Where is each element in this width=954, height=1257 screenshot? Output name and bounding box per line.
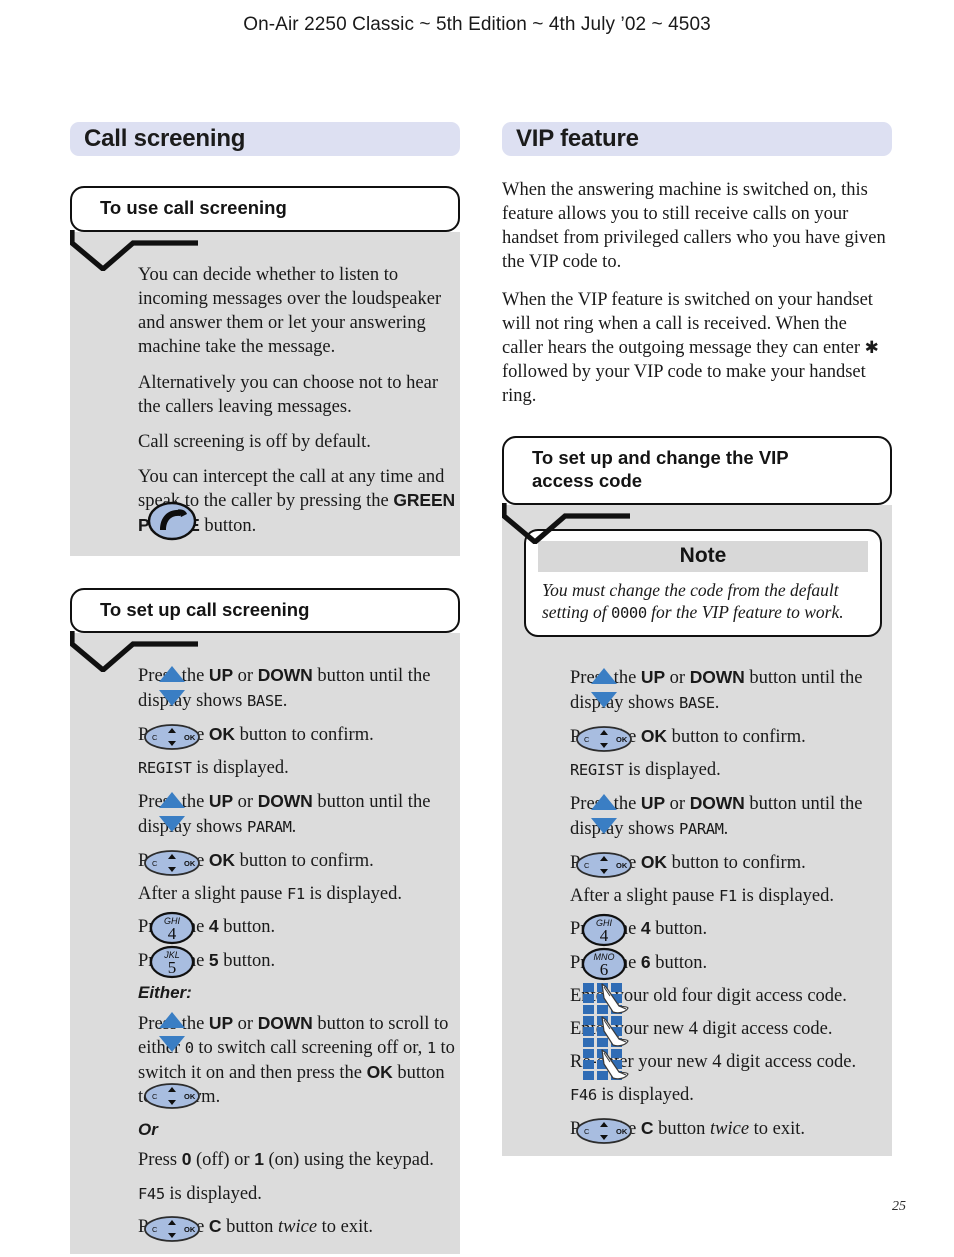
callout-block-to-set-up-call-screening: To set up call screening — [70, 587, 460, 673]
step-row: After a slight pause F1 is displayed. — [570, 880, 892, 913]
step-text: Alternatively you can choose not to hear… — [138, 372, 439, 417]
note-body: You must change the code from the defaul… — [542, 579, 844, 622]
step-row: Enter your new 4 digit access code. — [570, 1013, 892, 1048]
step-text: Press the 4 button. — [570, 918, 708, 940]
callout-title: To use call screening — [70, 186, 460, 232]
step-row: C OK Press the C button twice to exit. — [138, 1211, 460, 1244]
step-row: GHI 4 Press the 4 button. — [570, 913, 892, 947]
step-row: MNO 6 Press the 6 button. — [570, 947, 892, 980]
intro-paragraph: When the VIP feature is switched on your… — [502, 290, 879, 407]
step-row-either-label: Either: — [138, 978, 460, 1007]
step-text: Either: — [138, 982, 192, 1002]
step-row: C OK Press the C button twice to exit. — [570, 1113, 892, 1146]
step-text: F46 is displayed. — [570, 1085, 694, 1106]
instruction-rail-2: Press the UP or DOWN button until the di… — [70, 633, 460, 1254]
instruction-rail-1: You can decide whether to listen to inco… — [70, 231, 460, 556]
step-text: After a slight pause F1 is displayed. — [138, 884, 402, 905]
step-row: Press 0 (off) or 1 (on) using the keypad… — [138, 1144, 460, 1177]
step-text: Press the UP or DOWN button until the di… — [570, 667, 863, 713]
step-text: Press the OK button to confirm. — [138, 849, 374, 871]
step-text: REGIST is displayed. — [570, 760, 721, 781]
step-text: Press 0 (off) or 1 (on) using the keypad… — [138, 1149, 434, 1171]
section-heading-vip-feature: VIP feature — [502, 122, 892, 156]
step-text: You can intercept the call at any time a… — [138, 467, 456, 536]
step-text: Press the 4 button. — [138, 916, 276, 938]
instruction-rail-4: Press the UP or DOWN button until the di… — [502, 645, 892, 1156]
step-text: Press the 5 button. — [138, 949, 276, 971]
instruction-rail-3: Note You must change the code from the d… — [502, 504, 892, 646]
step-text: Press the C button twice to exit. — [138, 1215, 374, 1237]
step-row: Press the UP or DOWN button until the di… — [570, 661, 892, 720]
step-row: Call screening is off by default. — [138, 425, 460, 460]
step-text: Call screening is off by default. — [138, 431, 371, 452]
step-text: Press the OK button to confirm. — [570, 725, 806, 747]
step-row: GHI 4 Press the 4 button. — [138, 911, 460, 945]
step-text: Press the UP or DOWN button to scroll to… — [138, 1013, 455, 1107]
right-column: VIP feature When the answering machine i… — [502, 122, 892, 1156]
step-row: REGIST is displayed. — [138, 752, 460, 785]
page-number: 25 — [892, 1199, 906, 1214]
note-box: Note You must change the code from the d… — [524, 528, 882, 638]
callout-block-vip-access-code: To set up and change the VIP access code — [502, 436, 892, 544]
step-text: You can decide whether to listen to inco… — [138, 264, 442, 358]
step-row: Enter your old four digit access code. — [570, 980, 892, 1014]
intro-paragraph: When the answering machine is switched o… — [502, 180, 886, 273]
step-row: REGIST is displayed. — [570, 754, 892, 787]
step-row: Re-enter your new 4 digit access code. — [570, 1046, 892, 1081]
left-column: Call screening To use call screening You… — [70, 122, 460, 1254]
step-text: Press the C button twice to exit. — [570, 1117, 806, 1139]
step-row: Alternatively you can choose not to hear… — [138, 366, 460, 425]
step-row: C OK Press the UP or DOWN button to scro… — [138, 1007, 460, 1115]
step-text: F45 is displayed. — [138, 1183, 262, 1204]
callout-title: To set up call screening — [70, 587, 460, 634]
note-title: Note — [538, 540, 868, 572]
step-text: Press the OK button to confirm. — [138, 723, 374, 745]
step-text: REGIST is displayed. — [138, 758, 289, 779]
step-row: C OK Press the OK button to confirm. — [570, 721, 892, 754]
asterisk-key-glyph: ✱ — [864, 338, 879, 359]
step-row: After a slight pause F1 is displayed. — [138, 878, 460, 911]
step-row: C OK Press the OK button to confirm. — [138, 845, 460, 878]
step-text: Press the OK button to confirm. — [570, 851, 806, 873]
step-row-or-label: Or — [138, 1115, 460, 1144]
step-row: JKL 5 Press the 5 button. — [138, 945, 460, 978]
step-text: Press the UP or DOWN button until the di… — [138, 791, 431, 837]
step-text: Or — [138, 1120, 158, 1140]
step-row: You can intercept the call at any time a… — [138, 460, 460, 544]
step-text: Re-enter your new 4 digit access code. — [570, 1052, 857, 1073]
step-row: C OK Press the OK button to confirm. — [570, 847, 892, 880]
step-text: Enter your new 4 digit access code. — [570, 1019, 833, 1040]
callout-block-to-use-call-screening: To use call screening — [70, 186, 460, 271]
callout-title: To set up and change the VIP access code — [502, 436, 892, 505]
step-text: Enter your old four digit access code. — [570, 985, 847, 1006]
step-row: Press the UP or DOWN button until the di… — [570, 787, 892, 846]
step-row: You can decide whether to listen to inco… — [138, 258, 460, 366]
running-header: On-Air 2250 Classic ~ 5th Edition ~ 4th … — [243, 14, 711, 35]
section-heading-call-screening: Call screening — [70, 122, 460, 156]
step-text: After a slight pause F1 is displayed. — [570, 886, 834, 907]
step-row: Press the UP or DOWN button until the di… — [138, 659, 460, 718]
step-text: Press the UP or DOWN button until the di… — [570, 793, 863, 839]
step-row: F45 is displayed. — [138, 1178, 460, 1211]
step-row: F46 is displayed. — [570, 1079, 892, 1112]
step-text: Press the UP or DOWN button until the di… — [138, 665, 431, 711]
step-row: Press the UP or DOWN button until the di… — [138, 785, 460, 844]
step-text: Press the 6 button. — [570, 951, 708, 973]
step-row: C OK Press the OK button to confirm. — [138, 719, 460, 752]
